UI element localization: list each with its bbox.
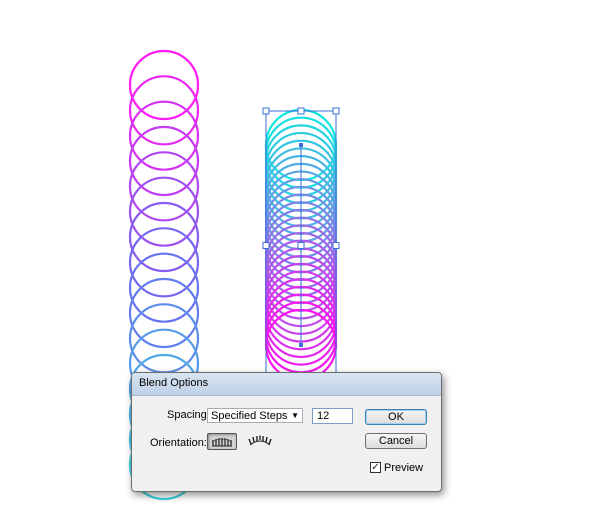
preview-checkbox[interactable]: ✓ [370,462,381,473]
align-to-path-icon [248,435,272,446]
specified-steps-input[interactable]: 12 [312,408,353,424]
preview-label: Preview [384,462,424,474]
resize-handle[interactable] [297,242,305,249]
dialog-title: Blend Options [139,377,209,389]
resize-handle[interactable] [332,242,340,249]
orientation-label: Orientation: [150,437,207,449]
ok-button[interactable]: OK [365,409,427,425]
align-to-page-icon [211,438,233,447]
blend-options-dialog: Blend Options Spacing: Specified Steps ▼… [131,372,442,492]
spacing-value: Specified Steps [211,410,288,422]
cancel-button[interactable]: Cancel [365,433,427,449]
resize-handle[interactable] [297,107,305,115]
spacing-label: Spacing: [167,409,210,421]
anchor-point[interactable] [299,343,303,347]
anchor-point[interactable] [299,143,303,147]
spacing-dropdown[interactable]: Specified Steps ▼ [207,408,303,423]
dialog-titlebar[interactable]: Blend Options [132,373,441,396]
dropdown-arrow-icon: ▼ [291,411,299,420]
resize-handle[interactable] [332,107,340,115]
align-to-path-button[interactable] [245,433,275,450]
align-to-page-button[interactable] [207,433,237,450]
resize-handle[interactable] [262,107,270,115]
checkmark-icon: ✓ [371,462,380,473]
resize-handle[interactable] [262,242,270,249]
dialog-body: Spacing: Specified Steps ▼ 12 OK Orienta… [138,396,435,485]
